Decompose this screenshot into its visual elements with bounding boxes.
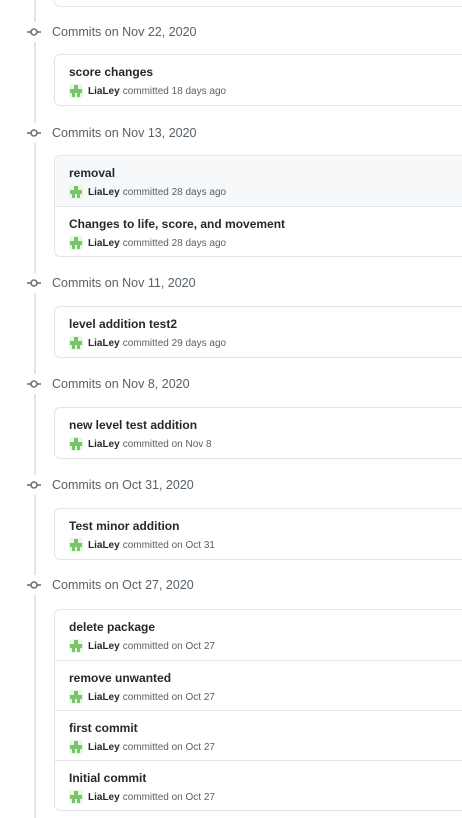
- commit-group-header: Commits on Oct 27, 2020: [24, 575, 194, 595]
- previous-commit-card: [54, 0, 462, 7]
- commit-group-title: Commits on Nov 22, 2020: [52, 25, 197, 39]
- commit-message-link[interactable]: score changes: [69, 65, 461, 80]
- commit-message-link[interactable]: Changes to life, score, and movement: [69, 217, 461, 232]
- commit-time: committed 28 days ago: [122, 186, 227, 198]
- git-commit-icon: [24, 575, 44, 595]
- commit-message-link[interactable]: Test minor addition: [69, 519, 461, 534]
- commit-time: committed on Oct 27: [122, 691, 215, 703]
- author-link[interactable]: LiaLey: [88, 187, 120, 198]
- commit-time: committed on Oct 27: [122, 741, 215, 753]
- commit-row[interactable]: first commit LiaLey committed on Oct 27: [55, 710, 462, 760]
- commit-row[interactable]: removal LiaLey committed 28 days ago: [55, 156, 462, 206]
- commit-row[interactable]: level addition test2 LiaLey committed 29…: [55, 307, 462, 357]
- git-commit-icon: [24, 475, 44, 495]
- commit-group-card: new level test addition LiaLey committed…: [54, 407, 462, 459]
- git-commit-icon: [24, 123, 44, 143]
- git-commit-icon: [24, 273, 44, 293]
- author-link[interactable]: LiaLey: [88, 540, 120, 551]
- git-commit-icon: [24, 374, 44, 394]
- avatar[interactable]: [69, 437, 83, 451]
- commit-row[interactable]: remove unwanted LiaLey committed on Oct …: [55, 660, 462, 710]
- commit-group-card: delete package LiaLey committed on Oct 2…: [54, 609, 462, 811]
- commit-message-link[interactable]: Initial commit: [69, 771, 461, 786]
- commit-message-link[interactable]: new level test addition: [69, 418, 461, 433]
- commit-meta: LiaLey committed on Oct 27: [69, 638, 461, 654]
- commit-time: committed on Oct 31: [122, 539, 215, 551]
- commit-message-link[interactable]: delete package: [69, 620, 461, 635]
- commit-group-title: Commits on Oct 27, 2020: [52, 578, 194, 592]
- commit-time: committed on Oct 27: [122, 791, 215, 803]
- commit-time: committed on Nov 8: [122, 438, 212, 450]
- commit-row[interactable]: Changes to life, score, and movement Lia…: [55, 206, 462, 256]
- author-link[interactable]: LiaLey: [88, 792, 120, 803]
- commit-group-header: Commits on Nov 13, 2020: [24, 123, 197, 143]
- avatar[interactable]: [69, 690, 83, 704]
- commit-time: committed 18 days ago: [122, 85, 227, 97]
- commit-row[interactable]: Initial commit LiaLey committed on Oct 2…: [55, 760, 462, 810]
- avatar[interactable]: [69, 84, 83, 98]
- commit-group-title: Commits on Oct 31, 2020: [52, 478, 194, 492]
- avatar[interactable]: [69, 236, 83, 250]
- author-link[interactable]: LiaLey: [88, 238, 120, 249]
- commit-meta: LiaLey committed on Oct 27: [69, 789, 461, 805]
- commit-time: committed on Oct 27: [122, 640, 215, 652]
- commit-group-card: Test minor addition LiaLey committed on …: [54, 508, 462, 560]
- commit-group-card: removal LiaLey committed 28 days ago Cha…: [54, 155, 462, 257]
- commit-group-title: Commits on Nov 11, 2020: [52, 276, 196, 290]
- commit-group-header: Commits on Nov 11, 2020: [24, 273, 196, 293]
- author-link[interactable]: LiaLey: [88, 86, 120, 97]
- commit-group-card: level addition test2 LiaLey committed 29…: [54, 306, 462, 358]
- git-commit-icon: [24, 22, 44, 42]
- avatar[interactable]: [69, 790, 83, 804]
- commit-group-title: Commits on Nov 8, 2020: [52, 377, 190, 391]
- commit-row[interactable]: score changes LiaLey committed 18 days a…: [55, 55, 462, 105]
- commit-time: committed 29 days ago: [122, 337, 227, 349]
- avatar[interactable]: [69, 538, 83, 552]
- commit-group-card: score changes LiaLey committed 18 days a…: [54, 54, 462, 106]
- author-link[interactable]: LiaLey: [88, 439, 120, 450]
- avatar[interactable]: [69, 185, 83, 199]
- commit-meta: LiaLey committed 18 days ago: [69, 83, 461, 99]
- author-link[interactable]: LiaLey: [88, 742, 120, 753]
- author-link[interactable]: LiaLey: [88, 692, 120, 703]
- avatar[interactable]: [69, 639, 83, 653]
- author-link[interactable]: LiaLey: [88, 338, 120, 349]
- avatar[interactable]: [69, 336, 83, 350]
- commit-row[interactable]: new level test addition LiaLey committed…: [55, 408, 462, 458]
- commit-meta: LiaLey committed on Nov 8: [69, 436, 461, 452]
- commit-row[interactable]: delete package LiaLey committed on Oct 2…: [55, 610, 462, 660]
- commit-meta: LiaLey committed on Oct 27: [69, 689, 461, 705]
- commit-group-header: Commits on Oct 31, 2020: [24, 475, 194, 495]
- commit-meta: LiaLey committed 29 days ago: [69, 335, 461, 351]
- commit-meta: LiaLey committed on Oct 31: [69, 537, 461, 553]
- commit-group-title: Commits on Nov 13, 2020: [52, 126, 197, 140]
- commit-message-link[interactable]: first commit: [69, 721, 461, 736]
- commit-meta: LiaLey committed on Oct 27: [69, 739, 461, 755]
- commit-time: committed 28 days ago: [122, 237, 227, 249]
- commit-group-header: Commits on Nov 22, 2020: [24, 22, 197, 42]
- commit-group-header: Commits on Nov 8, 2020: [24, 374, 190, 394]
- commit-message-link[interactable]: remove unwanted: [69, 671, 461, 686]
- author-link[interactable]: LiaLey: [88, 641, 120, 652]
- commit-row[interactable]: Test minor addition LiaLey committed on …: [55, 509, 462, 559]
- commit-meta: LiaLey committed 28 days ago: [69, 235, 461, 251]
- commit-meta: LiaLey committed 28 days ago: [69, 184, 461, 200]
- commit-message-link[interactable]: removal: [69, 166, 461, 181]
- avatar[interactable]: [69, 740, 83, 754]
- commit-message-link[interactable]: level addition test2: [69, 317, 461, 332]
